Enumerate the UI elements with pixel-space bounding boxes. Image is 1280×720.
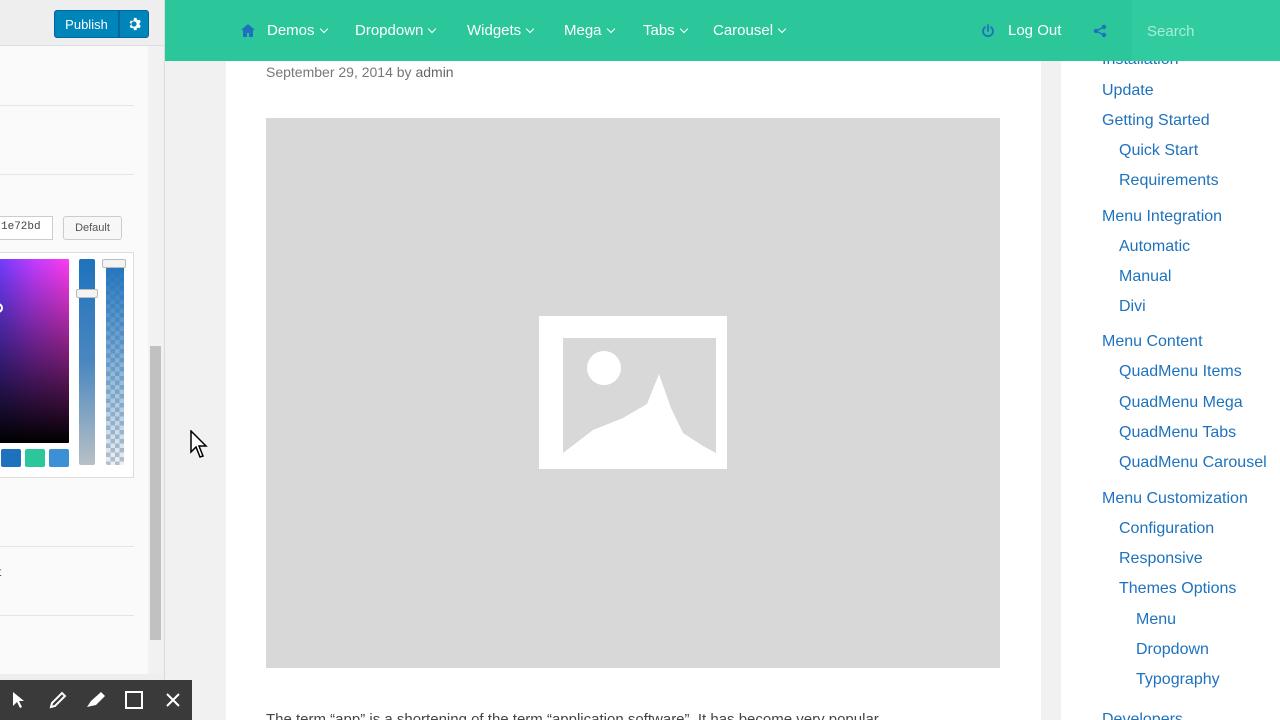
publish-settings-button[interactable] <box>119 10 149 38</box>
article: September 29, 2014 by admin The term “ap… <box>226 61 1041 720</box>
close-icon <box>166 693 180 707</box>
nav-item-label: Tabs <box>643 22 675 39</box>
toc-link-divi[interactable]: Divi <box>1119 298 1146 316</box>
toc-link-developers[interactable]: Developers <box>1102 711 1183 720</box>
toc-link-manual[interactable]: Manual <box>1119 268 1171 286</box>
article-text: The term “app” is a shortening of the te… <box>266 711 879 720</box>
customizer-scrollbar[interactable]: ▲ ▼ <box>148 46 163 674</box>
toc-link-installation[interactable]: Installation <box>1102 61 1179 69</box>
toc-link-automatic[interactable]: Automatic <box>1119 238 1190 256</box>
toc-link-responsive[interactable]: Responsive <box>1119 550 1203 568</box>
opacity-slider-handle[interactable] <box>102 259 126 268</box>
chevron-down-icon <box>777 24 787 33</box>
post-date[interactable]: September 29, 2014 <box>266 64 393 80</box>
hue-slider-handle[interactable] <box>76 289 98 298</box>
nav-item-tabs[interactable]: Tabs <box>643 0 688 61</box>
toc-link-menu[interactable]: Menu <box>1136 611 1176 629</box>
chevron-down-icon <box>679 24 688 33</box>
power-icon <box>982 23 994 37</box>
table-of-contents: Installation Update Getting Started Quic… <box>1061 61 1280 720</box>
logout-label: Log Out <box>1008 22 1062 39</box>
toc-link-configuration[interactable]: Configuration <box>1119 520 1214 538</box>
truncated-label: t <box>0 565 1 579</box>
toc-link-menu-integration[interactable]: Menu Integration <box>1102 208 1222 226</box>
nav-item-label: Widgets <box>467 22 522 39</box>
default-color-button[interactable]: Default <box>63 216 122 240</box>
nav-item-carousel[interactable]: Carousel <box>713 0 787 61</box>
toc-link-update[interactable]: Update <box>1102 82 1154 100</box>
close-tool[interactable] <box>154 680 192 720</box>
toc-link-quadmenu-carousel[interactable]: QuadMenu Carousel <box>1119 454 1267 472</box>
highlighter-icon <box>87 692 106 707</box>
divider <box>0 105 134 106</box>
customizer-controls: 1e72bd Default t <box>0 46 148 674</box>
logout-link[interactable]: Log Out <box>981 0 1061 61</box>
screen: Publish 1e72bd Default Demos Dropdown Wi… <box>0 0 1280 720</box>
toc-link-quick-start[interactable]: Quick Start <box>1119 142 1198 160</box>
nav-item-widgets[interactable]: Widgets <box>467 0 535 61</box>
customizer-header: Publish <box>0 0 164 46</box>
toc-link-quadmenu-mega[interactable]: QuadMenu Mega <box>1119 394 1243 412</box>
pointer-tool[interactable] <box>0 680 38 720</box>
opacity-slider[interactable] <box>106 259 124 465</box>
nav-item-label: Mega <box>564 22 602 39</box>
toc-link-menu-content[interactable]: Menu Content <box>1102 333 1203 351</box>
highlighter-tool[interactable] <box>77 680 115 720</box>
customizer-panel: Publish 1e72bd Default <box>0 0 165 720</box>
rectangle-tool[interactable] <box>115 680 153 720</box>
chevron-down-icon <box>525 24 535 33</box>
home-icon <box>241 24 255 37</box>
nav-item-demos[interactable]: Demos <box>241 0 328 61</box>
toc-link-dropdown[interactable]: Dropdown <box>1136 641 1209 659</box>
post-by: by <box>396 64 412 80</box>
color-swatch[interactable] <box>25 449 45 467</box>
nav-item-label: Dropdown <box>355 22 424 39</box>
nav-item-dropdown[interactable]: Dropdown <box>355 0 437 61</box>
scrollbar-thumb[interactable] <box>150 346 161 640</box>
gear-icon <box>129 17 141 31</box>
toc-link-typography[interactable]: Typography <box>1136 671 1220 689</box>
mouse-cursor-icon <box>190 430 208 458</box>
color-hex-input[interactable]: 1e72bd <box>0 216 53 240</box>
post-author[interactable]: admin <box>415 64 453 80</box>
color-swatch[interactable] <box>49 449 69 467</box>
divider <box>0 615 134 616</box>
color-picker <box>0 252 134 478</box>
image-placeholder-icon <box>539 316 727 469</box>
saturation-handle[interactable] <box>0 303 3 313</box>
color-swatch[interactable] <box>1 449 21 467</box>
toc-link-quadmenu-tabs[interactable]: QuadMenu Tabs <box>1119 424 1236 442</box>
post-meta: September 29, 2014 by admin <box>266 64 454 80</box>
toc-link-requirements[interactable]: Requirements <box>1119 172 1219 190</box>
search-input[interactable]: Search <box>1132 0 1280 61</box>
divider <box>0 174 134 175</box>
nav-item-label: Demos <box>267 22 315 39</box>
share-icon <box>1093 24 1107 37</box>
pen-tool[interactable] <box>38 680 76 720</box>
toc-link-menu-customization[interactable]: Menu Customization <box>1102 490 1248 508</box>
image-placeholder-inner <box>563 338 716 453</box>
chevron-down-icon <box>319 24 328 33</box>
publish-button[interactable]: Publish <box>54 10 119 38</box>
toc-link-quadmenu-items[interactable]: QuadMenu Items <box>1119 363 1242 381</box>
saturation-square[interactable] <box>0 259 69 443</box>
divider <box>0 546 134 547</box>
nav-item-mega[interactable]: Mega <box>564 0 615 61</box>
pen-icon <box>49 691 67 709</box>
chevron-down-icon <box>606 24 615 33</box>
pointer-icon <box>13 692 25 708</box>
site-navigation: Demos Dropdown Widgets Mega Tabs Carouse… <box>165 0 1280 61</box>
landscape-icon <box>563 351 716 453</box>
rectangle-icon <box>125 691 144 709</box>
toc-link-getting-started[interactable]: Getting Started <box>1102 112 1210 130</box>
toc-link-themes-options[interactable]: Themes Options <box>1119 580 1236 598</box>
featured-image-placeholder <box>266 118 1000 668</box>
nav-item-label: Carousel <box>713 22 774 39</box>
annotation-toolbar <box>0 680 192 720</box>
chevron-down-icon <box>428 24 437 33</box>
share-button[interactable] <box>1093 0 1107 61</box>
